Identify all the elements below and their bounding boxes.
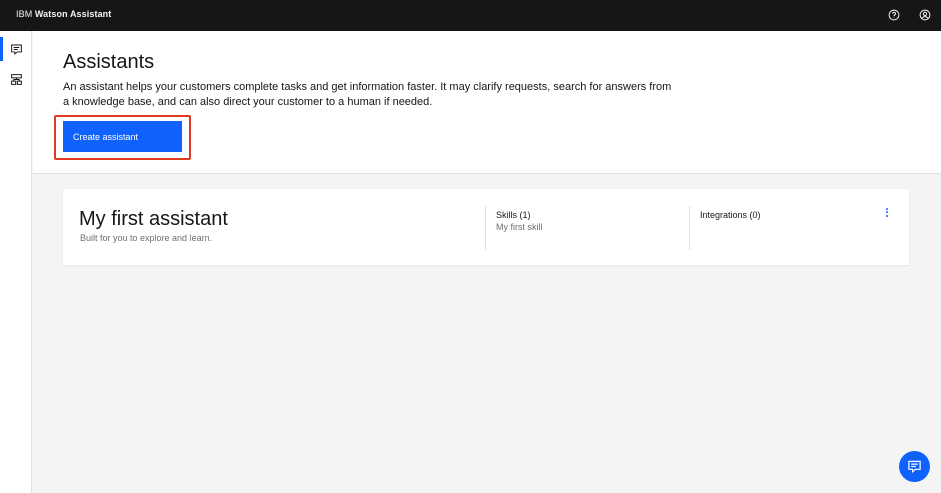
user-avatar-icon[interactable] [918,8,932,22]
side-navigation [0,31,32,493]
create-assistant-button[interactable]: Create assistant [63,121,182,152]
help-icon[interactable] [887,8,901,22]
chat-launcher-button[interactable] [899,451,930,482]
nav-skills[interactable] [0,64,32,94]
page-header: Assistants An assistant helps your custo… [33,31,941,174]
assistant-card[interactable]: My first assistant Built for you to expl… [63,189,909,265]
assistant-subtitle: Built for you to explore and learn. [80,233,213,243]
page-title: Assistants [63,51,155,73]
chat-icon [10,44,22,55]
skill-item[interactable]: My first skill [496,222,543,232]
integrations-heading: Integrations (0) [700,210,761,220]
card-divider [689,206,690,250]
page-description: An assistant helps your customers comple… [63,81,672,108]
brand-prefix: IBM [16,9,33,19]
top-bar: IBM Watson Assistant [0,0,941,31]
skills-heading: Skills (1) [496,210,531,220]
nav-assistants[interactable] [0,34,32,64]
brand-logo[interactable]: IBM Watson Assistant [16,9,111,19]
chat-bubble-icon [908,460,921,473]
assistant-name[interactable]: My first assistant [79,208,228,231]
brand-name: Watson Assistant [34,9,112,19]
overflow-menu-icon[interactable] [882,205,892,219]
card-divider [485,206,486,250]
skills-icon [10,73,22,85]
